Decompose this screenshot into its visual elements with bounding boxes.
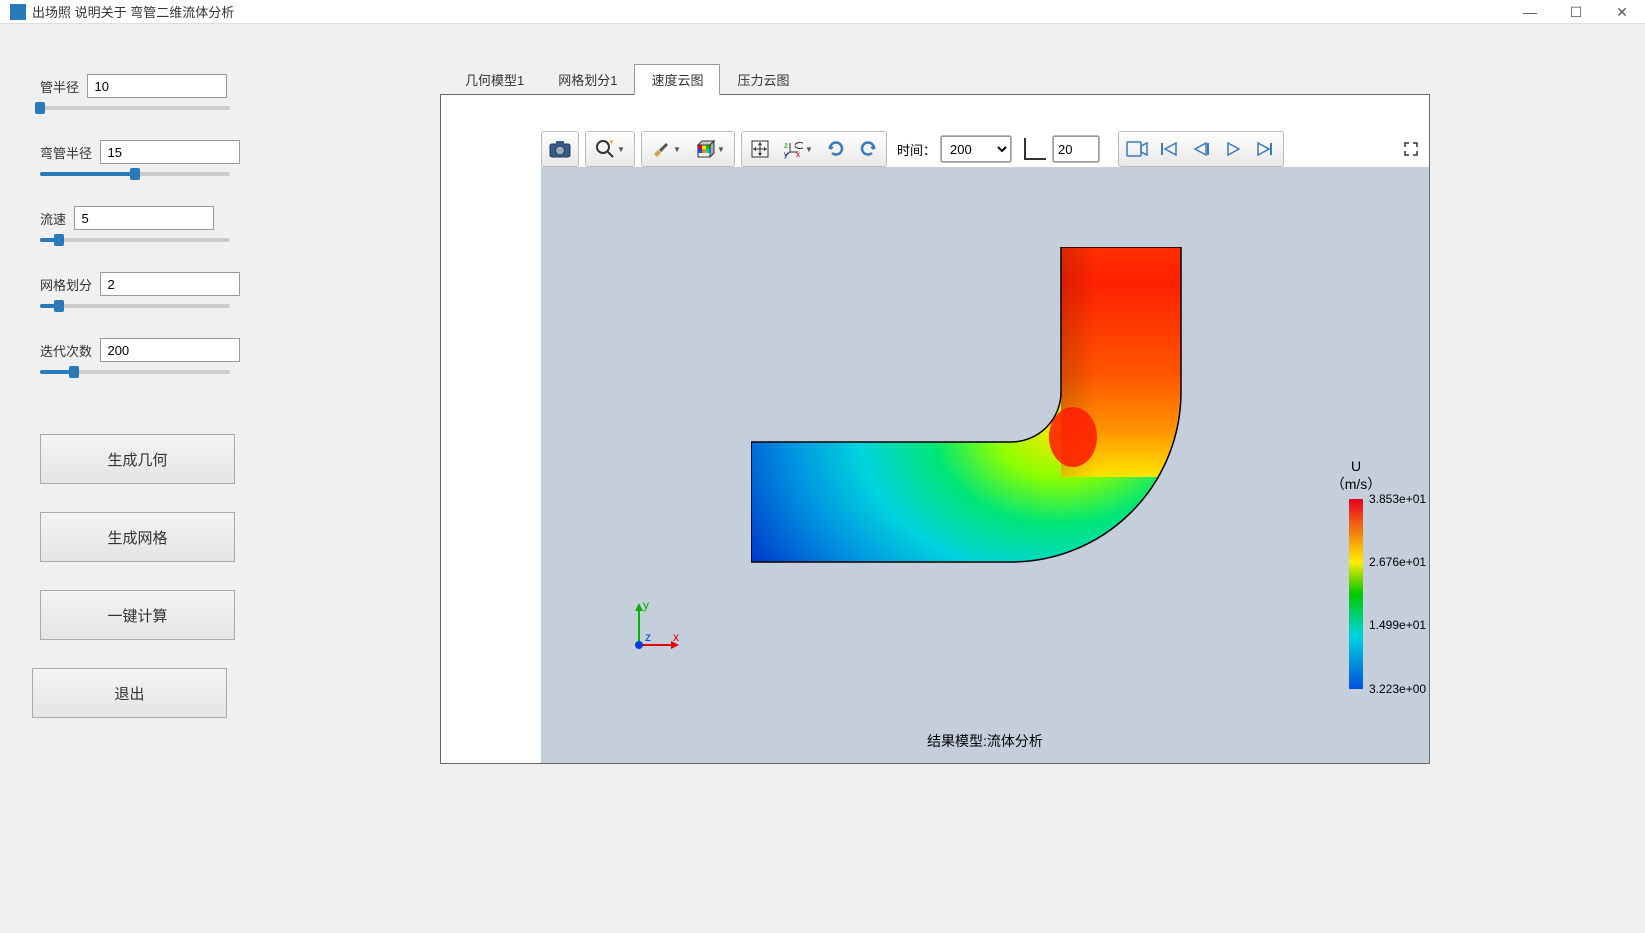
generate-geometry-button[interactable]: 生成几何 — [40, 434, 235, 484]
window-controls: — ☐ ✕ — [1507, 0, 1645, 24]
title-text: 出场照 说明关于 弯管二维流体分析 — [32, 2, 234, 21]
legend-tick: 3.853e+01 — [1369, 492, 1426, 506]
mesh-input[interactable] — [100, 272, 240, 296]
axis-triad: y x z — [623, 597, 683, 657]
tab-geometry[interactable]: 几何模型1 — [448, 64, 541, 95]
param-bend-radius: 弯管半径 — [40, 140, 280, 176]
color-legend: U （m/s） 3.853e+01 2.676e+01 1.499e+01 3.… — [1311, 457, 1401, 689]
svg-text:z: z — [784, 141, 788, 150]
iterations-input[interactable] — [100, 338, 240, 362]
brush-icon[interactable]: ▼ — [644, 134, 688, 164]
rotate-cw-icon[interactable] — [820, 134, 852, 164]
close-button[interactable]: ✕ — [1599, 0, 1645, 24]
move-icon[interactable] — [744, 134, 776, 164]
param-mesh: 网格划分 — [40, 272, 280, 308]
mesh-slider[interactable] — [40, 304, 230, 308]
pipe-radius-slider[interactable] — [40, 106, 230, 110]
step-forward-icon[interactable] — [1249, 134, 1281, 164]
svg-text:y: y — [643, 598, 649, 612]
param-iterations: 迭代次数 — [40, 338, 280, 374]
maximize-button[interactable]: ☐ — [1553, 0, 1599, 24]
generate-mesh-button[interactable]: 生成网格 — [40, 512, 235, 562]
param-label: 流速 — [40, 209, 66, 228]
step-back-icon[interactable] — [1185, 134, 1217, 164]
svg-text:x: x — [796, 150, 800, 159]
viewer-toolbar: ▼ ▼ ▼ — [541, 131, 1429, 167]
param-pipe-radius: 管半径 — [40, 74, 280, 110]
result-caption: 结果模型:流体分析 — [541, 731, 1429, 751]
tab-bar: 几何模型1 网格划分1 速度云图 压力云图 — [448, 64, 1585, 95]
time-label: 时间： — [897, 140, 936, 159]
step-spinner[interactable] — [1053, 136, 1099, 162]
bend-radius-input[interactable] — [100, 140, 240, 164]
legend-tick: 2.676e+01 — [1369, 555, 1426, 569]
camera-icon[interactable] — [544, 134, 576, 164]
param-label: 网格划分 — [40, 275, 92, 294]
tab-velocity[interactable]: 速度云图 — [634, 64, 720, 95]
canvas-frame: ▼ ▼ ▼ — [440, 94, 1430, 764]
tab-pressure[interactable]: 压力云图 — [720, 64, 806, 95]
iterations-slider[interactable] — [40, 370, 230, 374]
zoom-icon[interactable]: ▼ — [588, 134, 632, 164]
pipe-radius-input[interactable] — [87, 74, 227, 98]
app-icon — [10, 4, 26, 20]
one-click-calc-button[interactable]: 一键计算 — [40, 590, 235, 640]
axis-rotate-icon[interactable]: zxy ▼ — [776, 134, 820, 164]
svg-text:z: z — [645, 630, 651, 644]
legend-tick: 3.223e+00 — [1369, 682, 1426, 696]
view-area: 几何模型1 网格划分1 速度云图 压力云图 ▼ — [320, 24, 1645, 933]
angle-icon — [1024, 138, 1046, 160]
legend-tick: 1.499e+01 — [1369, 618, 1426, 632]
velocity-slider[interactable] — [40, 238, 230, 242]
param-label: 管半径 — [40, 77, 79, 96]
param-velocity: 流速 — [40, 206, 280, 242]
velocity-contour-plot — [751, 247, 1191, 687]
legend-colorbar: 3.853e+01 2.676e+01 1.499e+01 3.223e+00 — [1349, 499, 1363, 689]
titlebar: 出场照 说明关于 弯管二维流体分析 — ☐ ✕ — [0, 0, 1645, 24]
velocity-input[interactable] — [74, 206, 214, 230]
cube-icon[interactable]: ▼ — [688, 134, 732, 164]
exit-button[interactable]: 退出 — [32, 668, 227, 718]
video-icon[interactable] — [1121, 134, 1153, 164]
visualization-viewport[interactable]: y x z U （m/s） 3.853e+01 2.676e+01 1.499e — [541, 167, 1429, 763]
time-select[interactable]: 200 — [941, 136, 1011, 162]
minimize-button[interactable]: — — [1507, 0, 1553, 24]
skip-back-icon[interactable] — [1153, 134, 1185, 164]
bend-radius-slider[interactable] — [40, 172, 230, 176]
svg-text:x: x — [673, 630, 679, 644]
param-label: 迭代次数 — [40, 341, 92, 360]
play-icon[interactable] — [1217, 134, 1249, 164]
param-label: 弯管半径 — [40, 143, 92, 162]
tab-mesh[interactable]: 网格划分1 — [541, 64, 634, 95]
legend-title-1: U — [1311, 457, 1401, 475]
legend-title-2: （m/s） — [1311, 475, 1401, 493]
expand-icon[interactable] — [1395, 134, 1427, 164]
parameter-sidebar: 管半径 弯管半径 流速 网格划分 — [0, 24, 320, 933]
rotate-ccw-icon[interactable] — [852, 134, 884, 164]
